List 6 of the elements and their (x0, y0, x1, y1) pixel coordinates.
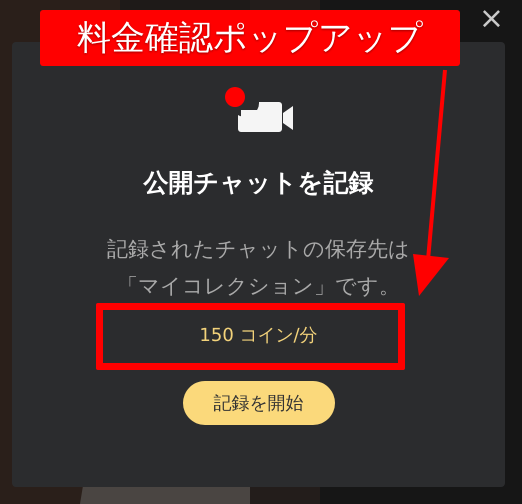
price-text: 150 コイン/分 (199, 324, 318, 348)
dialog-description: 記録されたチャットの保存先は「マイコレクション」です。 (106, 236, 411, 300)
close-button[interactable]: × (478, 2, 504, 36)
start-recording-button[interactable]: 記録を開始 (182, 381, 334, 425)
dialog-title: 公開チャットを記録 (144, 167, 374, 199)
annotation-label: 料金確認ポップアップ (40, 10, 460, 66)
